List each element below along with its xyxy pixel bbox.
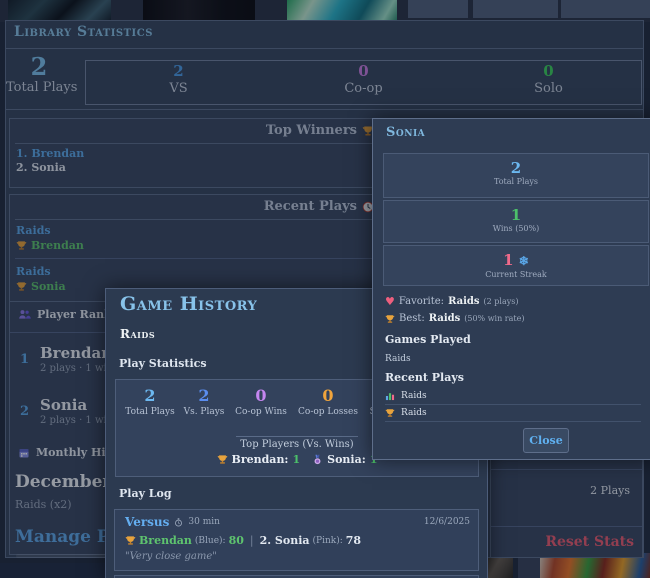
play-log-mode: Versus: [125, 515, 170, 529]
player-recent-play-item: Raids: [385, 391, 641, 405]
player-recent-play-game: Raids: [401, 408, 427, 418]
stat-label: Wins (50%): [492, 224, 540, 233]
player-wins-card: 1 Wins (50%): [383, 200, 649, 243]
stat-value: 0: [255, 386, 267, 405]
favorite-detail: (2 plays): [483, 297, 519, 306]
play-log-note: "Very close game": [125, 551, 217, 562]
snowflake-icon: ❄: [518, 254, 529, 268]
medal-icon: [312, 454, 323, 465]
stopwatch-icon: [174, 517, 183, 527]
stat-label: Co-op Losses: [298, 407, 358, 417]
divider: [236, 436, 358, 437]
player-total-plays-card: 2 Total Plays: [383, 153, 649, 198]
winner-name: Brendan: [139, 534, 192, 547]
player-recent-play-game: Raids: [401, 391, 427, 401]
stat-label: Total Plays: [494, 177, 538, 186]
score-separator: |: [249, 534, 254, 547]
stat-total-plays: 2 Total Plays: [122, 386, 178, 418]
best-game: Raids: [428, 313, 461, 324]
stat-value: 2: [198, 386, 210, 405]
best-label: Best:: [399, 313, 425, 324]
stat-label: Total Plays: [125, 407, 175, 417]
player-streak-card: 1 ❄ Current Streak: [383, 245, 649, 286]
stat-vs-plays: 2 Vs. Plays: [178, 386, 230, 418]
play-log-duration: 30 min: [188, 517, 220, 527]
player-recent-play-item: Raids: [385, 408, 641, 422]
favorite-label: Favorite:: [398, 296, 445, 307]
play-log-date: 12/6/2025: [423, 517, 470, 527]
favorite-game: Raids: [448, 296, 480, 307]
stat-value: 2: [510, 159, 522, 177]
top-player-entry: Brendan: 1: [217, 453, 301, 466]
play-statistics-title: Play Statistics: [119, 357, 207, 370]
games-played-title: Games Played: [385, 333, 471, 346]
close-button[interactable]: Close: [523, 428, 569, 453]
player-recent-plays-title: Recent Plays: [385, 371, 464, 384]
stat-value: 1 ❄: [503, 251, 529, 269]
stat-value: 0: [322, 386, 334, 405]
stat-value: 1: [510, 206, 522, 224]
game-history-title: Game History: [120, 293, 258, 315]
stat-coop-losses: 0 Co-op Losses: [292, 386, 364, 418]
top-player-name: Brendan:: [231, 453, 289, 466]
winner-team: (Blue):: [194, 535, 226, 546]
trophy-icon: [385, 314, 395, 324]
top-player-entry: Sonia: 1: [312, 453, 377, 466]
trophy-icon: [385, 408, 395, 418]
runner-up-name: 2. Sonia: [259, 534, 310, 547]
top-player-wins: 1: [292, 453, 301, 466]
winner-score: 80: [228, 534, 244, 547]
top-player-name: Sonia:: [327, 453, 366, 466]
bar-chart-icon: [385, 391, 395, 401]
play-log-title: Play Log: [119, 487, 172, 500]
stat-coop-wins: 0 Co-op Wins: [230, 386, 292, 418]
stat-label: Vs. Plays: [183, 407, 225, 417]
stat-label: Current Streak: [485, 270, 547, 279]
app-screen: Library Statistics 2 Total Plays 2 VS 0 …: [0, 0, 650, 578]
player-modal-title: Sonia: [386, 125, 426, 140]
favorite-game-line: ♥ Favorite: Raids (2 plays): [385, 295, 518, 308]
games-played-item: Raids: [385, 354, 411, 364]
best-detail: (50% win rate): [464, 314, 525, 323]
runner-up-score: 78: [345, 534, 362, 547]
game-history-game-name: Raids: [120, 327, 156, 341]
heart-icon: ♥: [385, 295, 395, 308]
play-log-entry: Versus 30 min 12/6/2025 Brendan (Blue): …: [114, 509, 479, 571]
player-stats-modal: Sonia 2 Total Plays 1 Wins (50%) 1 ❄ Cur…: [372, 118, 650, 460]
runner-up-team: (Pink):: [312, 535, 343, 546]
stat-value: 2: [144, 386, 156, 405]
stat-label: Co-op Wins: [235, 407, 287, 417]
trophy-icon: [125, 535, 136, 546]
best-game-line: Best: Raids (50% win rate): [385, 313, 524, 324]
trophy-icon: [217, 454, 228, 465]
